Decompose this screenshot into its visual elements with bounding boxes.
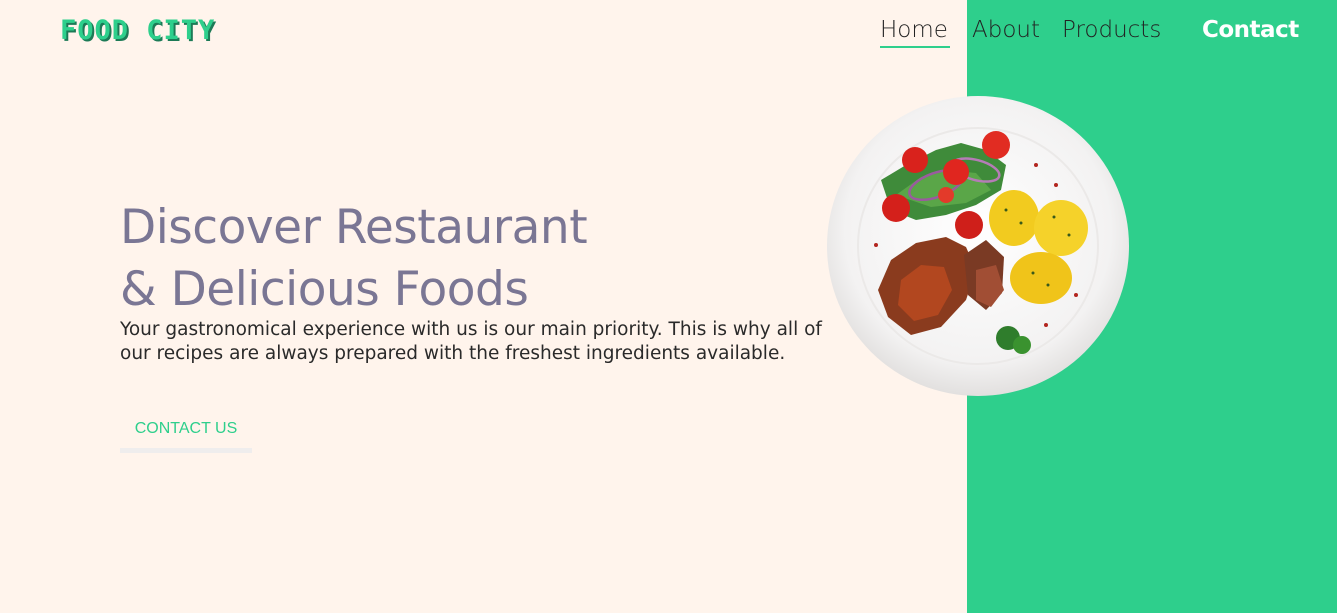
hero-headline-line-2: & Delicious Foods bbox=[120, 262, 529, 317]
hero-subtitle: Your gastronomical experience with us is… bbox=[120, 319, 822, 364]
hero-headline-line-1: Discover Restaurant bbox=[120, 200, 588, 255]
nav-link-contact[interactable]: Contact bbox=[1202, 17, 1299, 45]
food-city-logo[interactable]: FOOD CITY bbox=[60, 17, 215, 44]
nav-link-home[interactable]: Home bbox=[880, 17, 948, 45]
nav-link-about[interactable]: About bbox=[972, 17, 1040, 45]
nav-active-underline bbox=[880, 46, 950, 48]
hero-food-plate-image bbox=[826, 95, 1131, 397]
contact-us-button[interactable]: CONTACT US bbox=[120, 412, 252, 453]
hero-headline: Discover Restaurant & Delicious Foods bbox=[120, 197, 588, 321]
nav-link-products[interactable]: Products bbox=[1062, 17, 1161, 45]
